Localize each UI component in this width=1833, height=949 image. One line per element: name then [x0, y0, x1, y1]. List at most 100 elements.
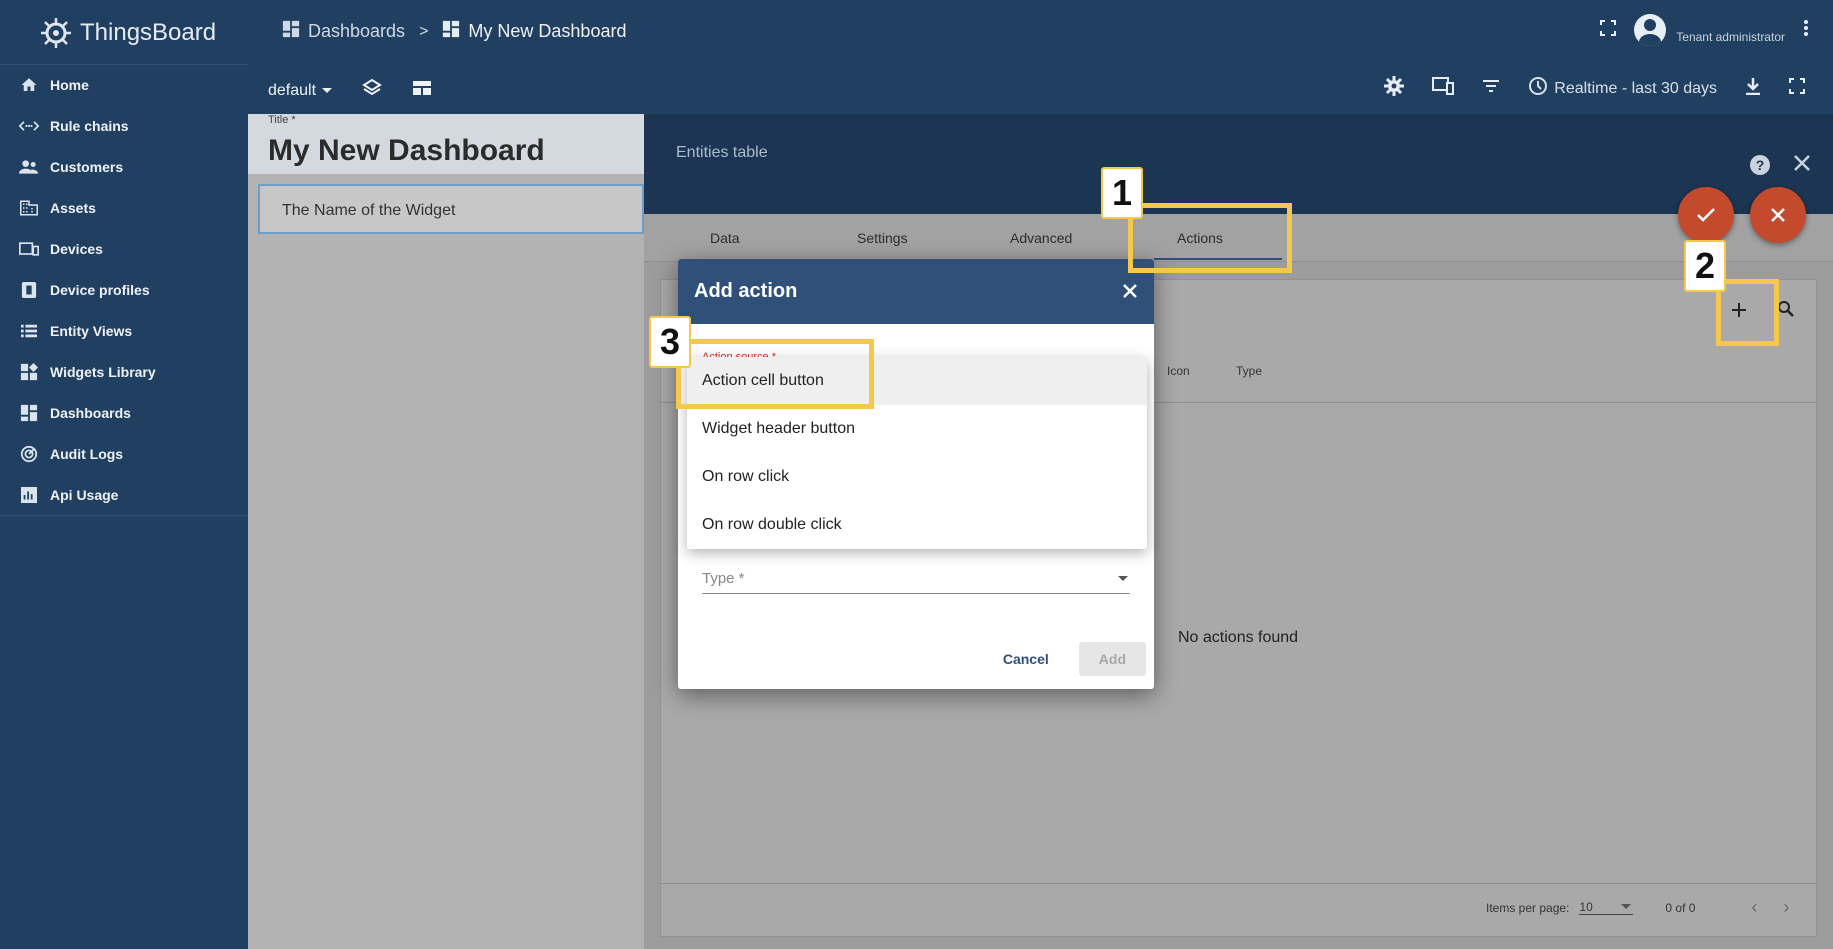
toolbar-right: Realtime - last 30 days	[1384, 76, 1805, 101]
callout-2: 2	[1684, 240, 1726, 292]
filter-icon[interactable]	[1482, 79, 1500, 98]
sidebar-item-label: Api Usage	[50, 486, 119, 503]
layout-icon[interactable]	[412, 80, 432, 101]
state-select[interactable]: default	[268, 82, 333, 100]
tab-advanced[interactable]: Advanced	[1010, 230, 1072, 246]
cancel-button[interactable]: Cancel	[991, 643, 1061, 675]
breadcrumb-label: Dashboards	[308, 21, 406, 41]
add-button[interactable]: Add	[1078, 642, 1146, 676]
dialog-actions: Cancel Add	[991, 629, 1146, 689]
column-header-icon[interactable]: Icon	[1167, 364, 1190, 378]
fullscreen-icon[interactable]	[1789, 78, 1805, 99]
dashboard-toolbar: default Realtime - last 30 days	[248, 66, 1833, 114]
highlight-action-cell-option	[676, 339, 874, 409]
option-widget-header-button[interactable]: Widget header button	[687, 405, 1147, 453]
dashboard-title-area: Title * My New Dashboard	[248, 114, 644, 174]
sidebar-item-home[interactable]: Home	[0, 64, 248, 105]
app-name: ThingsBoard	[80, 19, 217, 46]
sidebar-item-label: Customers	[50, 158, 124, 175]
app-logo[interactable]: ThingsBoard	[38, 12, 216, 54]
apply-changes-button[interactable]	[1678, 187, 1734, 243]
chevron-down-icon	[322, 88, 333, 93]
close-icon[interactable]	[1793, 154, 1811, 182]
sidebar: ThingsBoard Home Rule chains Customers A…	[0, 0, 248, 949]
timewindow-selector[interactable]: Realtime - last 30 days	[1528, 76, 1717, 101]
sidebar-item-label: Device profiles	[50, 281, 150, 298]
help-icon[interactable]: ?	[1749, 154, 1771, 182]
chevron-left-icon[interactable]: ‹	[1751, 897, 1757, 918]
tab-data[interactable]: Data	[710, 230, 740, 246]
sidebar-item-assets[interactable]: Assets	[0, 187, 248, 228]
breadcrumb: Dashboards > My New Dashboard	[282, 20, 626, 43]
sidebar-item-label: Assets	[50, 199, 96, 216]
highlight-actions-tab	[1128, 203, 1292, 273]
dashboard-canvas: Title * My New Dashboard The Name of the…	[248, 114, 644, 949]
chevron-right-icon[interactable]: ›	[1783, 897, 1789, 918]
user-menu[interactable]: Tenant administrator	[1634, 14, 1785, 46]
widgets-icon	[18, 362, 40, 382]
user-role: Tenant administrator	[1676, 30, 1785, 44]
sidebar-item-customers[interactable]: Customers	[0, 146, 248, 187]
sidebar-item-audit-logs[interactable]: Audit Logs	[0, 433, 248, 474]
sidebar-item-entity-views[interactable]: Entity Views	[0, 310, 248, 351]
option-on-row-double-click[interactable]: On row double click	[687, 501, 1147, 549]
download-icon[interactable]	[1745, 77, 1761, 100]
option-on-row-click[interactable]: On row click	[687, 453, 1147, 501]
pager-arrows: ‹ ›	[1751, 897, 1789, 918]
type-select[interactable]: Type *	[702, 564, 1130, 594]
panel-title: Entities table	[676, 144, 768, 161]
chevron-down-icon	[1621, 904, 1632, 909]
tab-settings[interactable]: Settings	[857, 230, 908, 246]
devices-layout-icon[interactable]	[1432, 77, 1455, 100]
sidebar-divider	[0, 515, 248, 516]
sidebar-item-api-usage[interactable]: Api Usage	[0, 474, 248, 515]
chevron-down-icon	[1118, 576, 1128, 581]
close-icon[interactable]	[1122, 279, 1138, 305]
rule-chain-icon	[18, 116, 40, 136]
entity-views-icon	[18, 321, 40, 341]
dashboard-title[interactable]: My New Dashboard	[268, 134, 545, 168]
items-per-page-label: Items per page:	[1486, 900, 1570, 915]
breadcrumb-current: My New Dashboard	[442, 20, 626, 43]
sidebar-item-rule-chains[interactable]: Rule chains	[0, 105, 248, 146]
more-vert-icon[interactable]	[1803, 19, 1809, 42]
sidebar-nav: Home Rule chains Customers Assets Device…	[0, 64, 248, 515]
discard-changes-button[interactable]	[1750, 187, 1806, 243]
page-size-select[interactable]: 10	[1579, 900, 1634, 915]
thingsboard-logo-icon	[38, 15, 74, 51]
timewindow-label: Realtime - last 30 days	[1554, 79, 1717, 97]
search-icon[interactable]	[1777, 300, 1795, 323]
sidebar-item-device-profiles[interactable]: Device profiles	[0, 269, 248, 310]
svg-text:?: ?	[1756, 157, 1765, 173]
sidebar-item-label: Home	[50, 76, 89, 93]
callout-3: 3	[649, 316, 691, 368]
dashboards-icon	[282, 20, 300, 43]
sidebar-item-widgets-library[interactable]: Widgets Library	[0, 351, 248, 392]
breadcrumb-dashboards[interactable]: Dashboards	[282, 20, 405, 43]
devices-icon	[18, 239, 40, 259]
sidebar-item-dashboards[interactable]: Dashboards	[0, 392, 248, 433]
table-footer-divider	[660, 883, 1817, 884]
avatar	[1634, 14, 1667, 46]
page-size-value: 10	[1579, 900, 1593, 914]
top-bar: Dashboards > My New Dashboard Tenant adm…	[248, 0, 1833, 66]
sidebar-item-label: Entity Views	[50, 322, 133, 339]
sidebar-item-label: Audit Logs	[50, 445, 124, 462]
assets-icon	[18, 198, 40, 218]
dialog-title: Add action	[694, 280, 798, 302]
audit-logs-icon	[18, 444, 40, 464]
column-header-type[interactable]: Type	[1236, 364, 1262, 378]
page-range: 0 of 0	[1665, 900, 1696, 915]
clock-icon	[1528, 76, 1548, 101]
sidebar-item-devices[interactable]: Devices	[0, 228, 248, 269]
home-icon	[18, 75, 40, 95]
device-profile-icon	[18, 280, 40, 300]
fullscreen-icon[interactable]	[1600, 19, 1617, 41]
panel-header-icons: ?	[1749, 154, 1811, 182]
widget-title: The Name of the Widget	[282, 202, 456, 219]
paginator: Items per page: 10 0 of 0 ‹ ›	[1486, 897, 1789, 918]
widget-card[interactable]: The Name of the Widget	[258, 184, 644, 234]
top-right-actions: Tenant administrator	[1600, 14, 1833, 46]
layers-icon[interactable]	[362, 78, 382, 103]
settings-icon[interactable]	[1384, 76, 1405, 101]
